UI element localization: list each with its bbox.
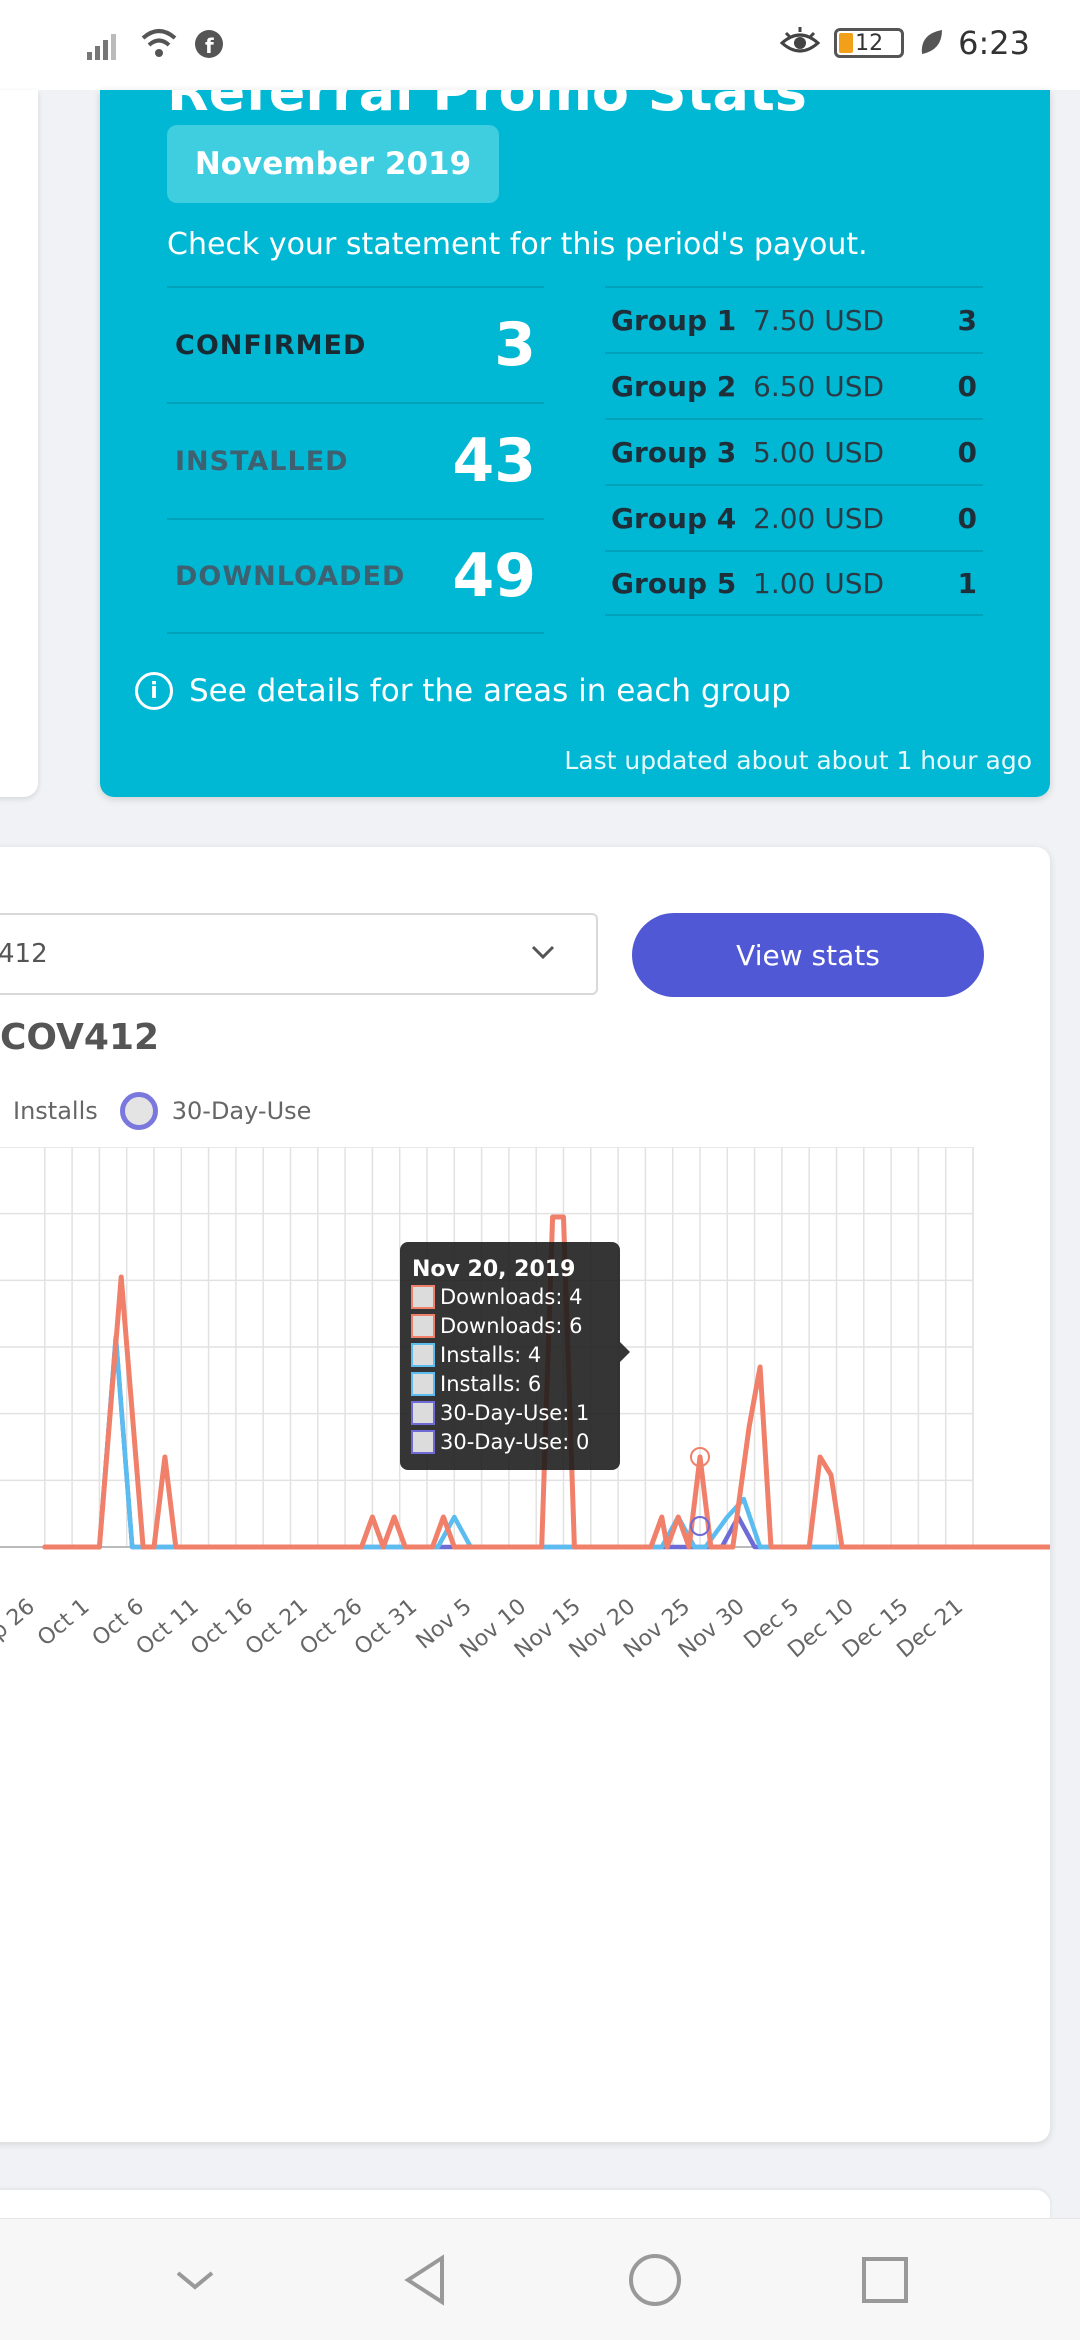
- legend-item-30-day-use[interactable]: 30-Day-Use: [119, 1092, 312, 1130]
- status-bar: f 12 6:23: [0, 0, 1080, 90]
- nav-home-button[interactable]: [615, 2240, 695, 2320]
- stat-value: 3: [494, 310, 536, 380]
- group-amount: 7.50 USD: [753, 303, 885, 337]
- stat-label: INSTALLED: [175, 445, 349, 477]
- group-name: Group 3: [611, 435, 737, 469]
- group-amount: 6.50 USD: [753, 369, 885, 403]
- group-name: Group 5: [611, 566, 737, 600]
- group-name: Group 1: [611, 303, 737, 337]
- stats-card: 412 View stats COV412 Installs 30-Day-Us…: [0, 847, 1050, 2142]
- tooltip-swatch: [411, 1314, 435, 1338]
- stat-label: DOWNLOADED: [175, 560, 406, 592]
- stat-row-confirmed: CONFIRMED 3: [167, 286, 544, 402]
- tooltip-title: Nov 20, 2019: [412, 1257, 575, 1282]
- recents-square-icon: [862, 2256, 908, 2303]
- group-count: 1: [957, 566, 977, 600]
- legend-swatch: [119, 1092, 158, 1130]
- stat-value: 43: [452, 426, 537, 496]
- eye-icon: [780, 27, 821, 53]
- svg-text:f: f: [205, 34, 214, 58]
- group-amount: 1.00 USD: [753, 566, 885, 600]
- status-right: 12 6:23: [780, 24, 1030, 62]
- tooltip-swatch: [411, 1285, 435, 1309]
- code-select[interactable]: 412: [0, 913, 598, 995]
- signal-icon: [87, 34, 116, 60]
- legend-label: Installs: [13, 1097, 98, 1125]
- stat-value: 49: [452, 541, 537, 611]
- facebook-icon: f: [195, 30, 223, 58]
- group-count: 3: [957, 303, 977, 337]
- info-icon: i: [135, 672, 173, 710]
- x-tick-label: Oct 1: [33, 1594, 94, 1651]
- tooltip-swatch: [411, 1430, 435, 1454]
- line-chart: Sep 26Oct 1Oct 6Oct 11Oct 16Oct 21Oct 26…: [0, 1147, 1050, 1663]
- wifi-icon: [141, 29, 177, 57]
- navigation-bar: [0, 2218, 1080, 2340]
- details-link-label: See details for the areas in each group: [189, 673, 791, 709]
- status-left-icons: f: [85, 26, 225, 62]
- home-circle-icon: [629, 2253, 681, 2306]
- chart-legend: Installs 30-Day-Use: [0, 1092, 321, 1130]
- tooltip-swatch: [411, 1343, 435, 1367]
- battery-icon: 12: [834, 28, 905, 58]
- legend-label: 30-Day-Use: [171, 1097, 312, 1125]
- stats-table: CONFIRMED 3 INSTALLED 43 DOWNLOADED 49: [167, 286, 544, 634]
- stat-row-installed: INSTALLED 43: [167, 402, 544, 518]
- group-row: Group 5 1.00 USD 1: [605, 550, 983, 616]
- group-row: Group 1 7.50 USD 3: [605, 286, 983, 352]
- group-name: Group 4: [611, 501, 737, 535]
- stat-label: CONFIRMED: [175, 329, 367, 361]
- tooltip-row: 30-Day-Use: 1: [440, 1401, 589, 1425]
- stat-row-downloaded: DOWNLOADED 49: [167, 518, 544, 634]
- group-count: 0: [957, 435, 977, 469]
- promo-note: Check your statement for this period's p…: [167, 227, 868, 262]
- adjacent-card: [0, 90, 38, 797]
- group-amount: 5.00 USD: [753, 435, 885, 469]
- group-count: 0: [957, 501, 977, 535]
- nav-recents-button[interactable]: [845, 2240, 925, 2320]
- last-updated: Last updated about about 1 hour ago: [564, 746, 1032, 775]
- view-stats-button[interactable]: View stats: [632, 913, 984, 997]
- nav-collapse-button[interactable]: [155, 2240, 235, 2320]
- tooltip-swatch: [411, 1372, 435, 1396]
- tooltip-row: Downloads: 4: [440, 1285, 582, 1309]
- tooltip-row: Installs: 6: [440, 1372, 541, 1396]
- chevron-down-icon: [176, 2270, 214, 2290]
- code-select-value: 412: [0, 939, 48, 969]
- legend-item-installs[interactable]: Installs: [0, 1092, 98, 1130]
- status-time: 6:23: [958, 24, 1030, 62]
- referral-promo-card: Referral Promo Stats November 2019 Check…: [100, 90, 1050, 797]
- group-row: Group 4 2.00 USD 0: [605, 484, 983, 550]
- back-triangle-icon: [404, 2253, 444, 2306]
- group-amount: 2.00 USD: [753, 501, 885, 535]
- group-row: Group 3 5.00 USD 0: [605, 418, 983, 484]
- leaf-icon: [921, 30, 943, 54]
- x-tick-label: Sep 26: [0, 1594, 40, 1662]
- tooltip-row: Installs: 4: [440, 1343, 541, 1367]
- group-row: Group 2 6.50 USD 0: [605, 352, 983, 418]
- tooltip-swatch: [411, 1401, 435, 1425]
- nav-back-button[interactable]: [385, 2240, 465, 2320]
- chevron-down-icon: [531, 945, 555, 960]
- group-count: 0: [957, 369, 977, 403]
- tooltip-row: 30-Day-Use: 0: [440, 1430, 589, 1454]
- x-tick-label: Oct 31: [350, 1594, 422, 1660]
- month-selector[interactable]: November 2019: [167, 125, 499, 203]
- tooltip-caret: [620, 1342, 630, 1362]
- group-name: Group 2: [611, 369, 737, 403]
- code-title: COV412: [0, 1017, 160, 1058]
- group-details-link[interactable]: i See details for the areas in each grou…: [135, 672, 791, 710]
- tooltip-row: Downloads: 6: [440, 1314, 582, 1338]
- group-table: Group 1 7.50 USD 3 Group 2 6.50 USD 0 Gr…: [605, 286, 983, 616]
- promo-title: Referral Promo Stats: [167, 90, 807, 123]
